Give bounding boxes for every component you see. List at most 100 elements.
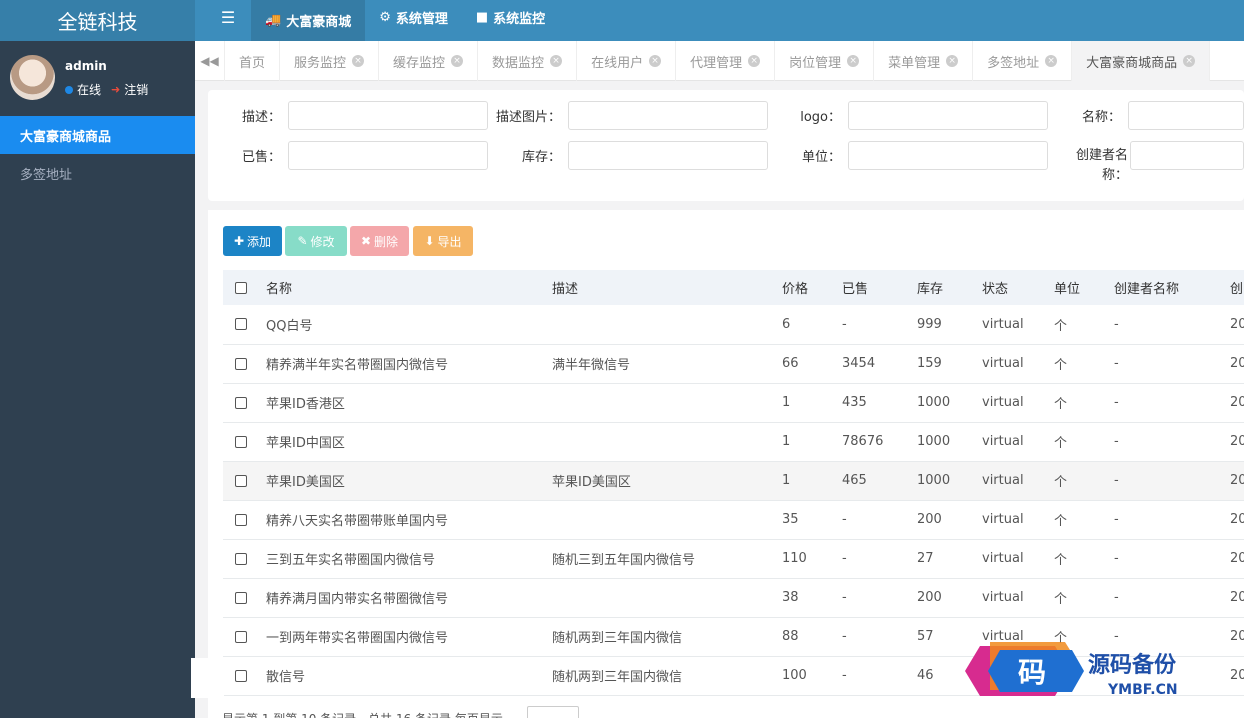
column-header[interactable]: 创 (1230, 270, 1244, 305)
sidebar-item-mall-products[interactable]: 大富豪商城商品 (0, 116, 195, 154)
desc-img-input[interactable] (568, 101, 768, 130)
row-checkbox[interactable] (235, 669, 247, 682)
menu-toggle-icon[interactable]: ☰ (205, 0, 251, 35)
delete-button[interactable]: ✖ 删除 (350, 226, 409, 256)
close-icon[interactable]: × (649, 55, 662, 67)
logout-link[interactable]: 注销 (124, 81, 148, 98)
cell-created: 20 (1230, 434, 1244, 449)
cell-status: virtual (982, 356, 1024, 371)
cell-stock: 1000 (917, 434, 951, 449)
topnav-label: 系统管理 (395, 12, 448, 27)
table-row[interactable]: 精养满半年实名带圈国内微信号 满半年微信号 66 3454 159 virtual 个 - 20 (223, 344, 1244, 383)
tab-multisig[interactable]: 多签地址 × (973, 41, 1073, 81)
page-size-select[interactable] (527, 706, 579, 718)
close-icon[interactable]: × (1183, 55, 1196, 67)
column-header[interactable]: 名称 (266, 270, 552, 305)
close-icon[interactable]: × (748, 55, 761, 67)
sold-input[interactable] (288, 141, 488, 170)
sidebar: admin 在线 ➜ 注销 大富豪商城商品 多签地址 (0, 41, 195, 718)
row-checkbox[interactable] (235, 357, 247, 370)
table-row[interactable]: 精养满月国内带实名带圈微信号 38 - 200 virtual 个 - 20 (223, 578, 1244, 617)
column-header[interactable]: 单位 (1054, 270, 1114, 305)
unit-input[interactable] (848, 141, 1048, 170)
sidebar-item-multisig[interactable]: 多签地址 (0, 154, 195, 192)
column-header[interactable]: 已售 (842, 270, 917, 305)
cell-price: 1 (782, 473, 791, 488)
tab-data-monitor[interactable]: 数据监控 × (478, 41, 578, 81)
cell-created: 20 (1230, 473, 1244, 488)
tab-mall-products[interactable]: 大富豪商城商品 × (1072, 41, 1211, 81)
tab-home[interactable]: 首页 (225, 41, 281, 81)
close-icon[interactable]: × (847, 55, 860, 67)
row-checkbox[interactable] (235, 552, 247, 565)
cell-sold: - (842, 551, 847, 566)
topnav-item-monitor[interactable]: ■ 系统监控 (462, 0, 559, 35)
row-checkbox[interactable] (235, 318, 247, 331)
cell-name: 精养满月国内带实名带圈微信号 (266, 592, 449, 607)
row-checkbox[interactable] (235, 435, 247, 448)
top-nav: 🚚 大富豪商城 ⚙ 系统管理 ■ 系统监控 (251, 0, 559, 41)
cell-price: 1 (782, 395, 791, 410)
column-header[interactable]: 状态 (982, 270, 1054, 305)
tab-post-manage[interactable]: 岗位管理 × (775, 41, 875, 81)
close-icon[interactable]: × (550, 55, 563, 67)
tab-label: 岗位管理 (789, 55, 842, 71)
cell-stock: 200 (917, 590, 942, 605)
row-checkbox[interactable] (235, 513, 247, 526)
watermark-glyph: 码 (1018, 656, 1046, 689)
cell-creator: - (1114, 316, 1119, 332)
topnav-item-system[interactable]: ⚙ 系统管理 (365, 0, 462, 35)
tabs-scroll-left-icon[interactable]: ◀◀ (195, 41, 225, 81)
select-all-checkbox[interactable] (235, 281, 247, 294)
name-input[interactable] (1128, 101, 1244, 130)
table-row[interactable]: 苹果ID中国区 1 78676 1000 virtual 个 - 20 (223, 422, 1244, 461)
cell-desc (552, 305, 782, 344)
row-checkbox[interactable] (235, 396, 247, 409)
desc-input[interactable] (288, 101, 488, 130)
tab-cache-monitor[interactable]: 缓存监控 × (379, 41, 479, 81)
column-header[interactable]: 创建者名称 (1114, 270, 1230, 305)
sidebar-item-label: 大富豪商城商品 (20, 129, 112, 145)
logout-icon[interactable]: ➜ (111, 83, 120, 96)
column-header[interactable]: 价格 (782, 270, 842, 305)
row-checkbox[interactable] (235, 591, 247, 604)
creator-input[interactable] (1130, 141, 1244, 170)
export-button[interactable]: ⬇ 导出 (413, 226, 473, 256)
table-row[interactable]: QQ白号 6 - 999 virtual 个 - 20 (223, 305, 1244, 344)
close-icon[interactable]: × (451, 55, 464, 67)
column-header[interactable]: 库存 (917, 270, 982, 305)
watermark-cn: 源码备份 (1088, 652, 1177, 678)
blank-patch (191, 658, 224, 698)
close-icon[interactable]: × (1045, 55, 1058, 67)
tab-online-users[interactable]: 在线用户 × (577, 41, 677, 81)
tabs-bar: ◀◀ 首页 服务监控 × 缓存监控 × 数据监控 × 在线用户 × 代理管理 × 岗位管理… (195, 41, 1244, 81)
table-row[interactable]: 苹果ID香港区 1 435 1000 virtual 个 - 20 (223, 383, 1244, 422)
tab-service-monitor[interactable]: 服务监控 × (280, 41, 380, 81)
cell-desc (552, 500, 782, 539)
cell-sold: 78676 (842, 434, 884, 449)
add-button[interactable]: ✚ 添加 (223, 226, 282, 256)
online-dot-icon (65, 85, 73, 94)
table-row[interactable]: 精养八天实名带圈带账单国内号 35 - 200 virtual 个 - 20 (223, 500, 1244, 539)
logo-input[interactable] (848, 101, 1048, 130)
close-icon[interactable]: × (352, 55, 365, 67)
topnav-label: 系统监控 (493, 12, 546, 27)
add-label: 添加 (247, 234, 272, 249)
column-header[interactable]: 描述 (552, 270, 782, 305)
table-row[interactable]: 三到五年实名带圈国内微信号 随机三到五年国内微信号 110 - 27 virtual 个 - 2… (223, 539, 1244, 578)
video-icon: ■ (475, 10, 489, 25)
cell-created: 20 (1230, 356, 1244, 371)
desc-img-label: 描述图片： (495, 110, 561, 125)
avatar (10, 55, 55, 100)
close-icon[interactable]: × (946, 55, 959, 67)
tab-agent-manage[interactable]: 代理管理 × (676, 41, 776, 81)
row-checkbox[interactable] (235, 474, 247, 487)
row-checkbox[interactable] (235, 630, 247, 643)
tab-menu-manage[interactable]: 菜单管理 × (874, 41, 974, 81)
app-title[interactable]: 全链科技 (0, 0, 195, 41)
topnav-item-mall[interactable]: 🚚 大富豪商城 (251, 0, 366, 41)
edit-button[interactable]: ✎ 修改 (285, 226, 347, 256)
cell-unit: 个 (1054, 514, 1068, 529)
table-row[interactable]: 苹果ID美国区 苹果ID美国区 1 465 1000 virtual 个 - 20 (223, 461, 1244, 500)
stock-input[interactable] (568, 141, 768, 170)
